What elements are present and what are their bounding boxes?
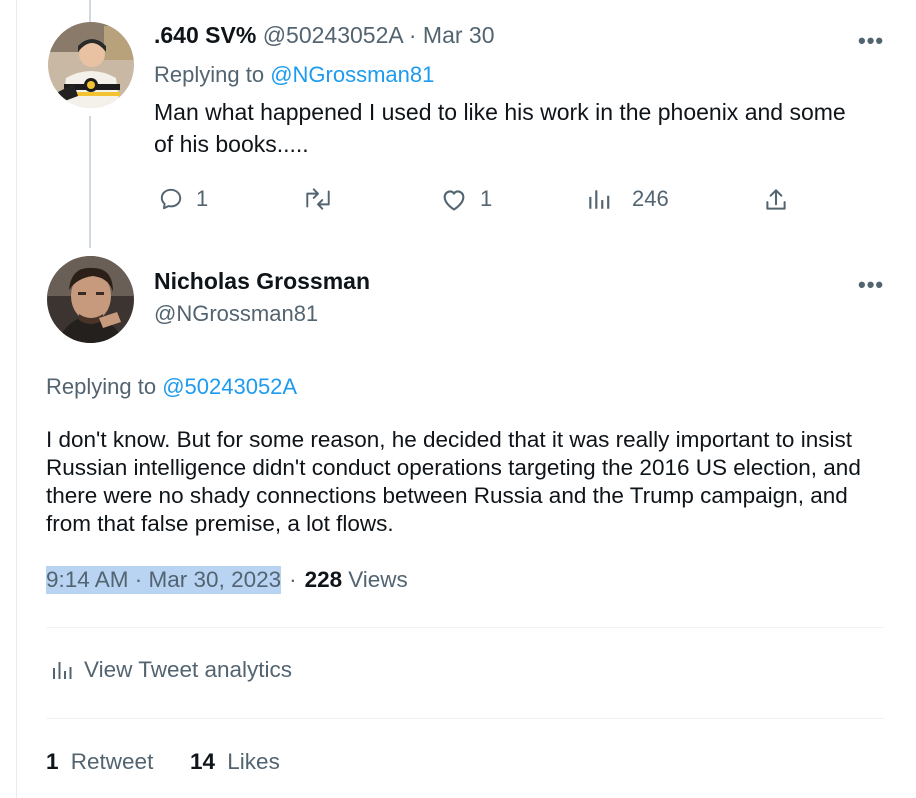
replying-to-link[interactable]: @NGrossman81 xyxy=(270,62,434,87)
reply-handle[interactable]: @50243052A xyxy=(263,22,403,48)
likes-count: 14 xyxy=(190,749,216,774)
analytics-label: View Tweet analytics xyxy=(84,657,293,682)
likes-label: Likes xyxy=(227,749,280,774)
hockey-player-avatar xyxy=(48,22,134,108)
reply-avatar[interactable] xyxy=(48,22,134,108)
reply-header: .640 SV% @50243052A · Mar 30 xyxy=(154,22,495,49)
likes-stat[interactable]: 14 Likes xyxy=(190,749,280,775)
header-separator: · xyxy=(408,22,417,48)
reply-text: Man what happened I used to like his wor… xyxy=(154,99,846,157)
man-portrait-avatar xyxy=(47,256,134,343)
meta-separator: · xyxy=(289,567,297,592)
heart-icon xyxy=(443,190,465,211)
retweets-stat[interactable]: 1 Retweet xyxy=(46,749,153,775)
tweet-text: I don't know. But for some reason, he de… xyxy=(46,427,861,536)
tweet-meta: 9:14 AM · Mar 30, 2023 · 228 Views xyxy=(46,566,408,594)
views-button[interactable]: 246 xyxy=(586,186,669,212)
tweet-author-name[interactable]: Nicholas Grossman xyxy=(154,268,370,295)
tweet-replying-to: Replying to @50243052A xyxy=(46,374,297,400)
tweet-handle[interactable]: @NGrossman81 xyxy=(154,301,318,327)
thread-connector xyxy=(89,116,91,248)
divider xyxy=(46,627,884,628)
divider xyxy=(46,718,884,719)
tweet-more-button[interactable]: ••• xyxy=(858,272,884,298)
retweets-label: Retweet xyxy=(70,749,154,774)
replying-prefix: Replying to xyxy=(154,62,265,87)
tweet-timestamp[interactable]: 9:14 AM · Mar 30, 2023 xyxy=(46,566,282,594)
more-icon: ••• xyxy=(858,28,885,53)
retweet-icon xyxy=(306,188,330,210)
replying-to-link[interactable]: @50243052A xyxy=(162,374,297,399)
reply-date[interactable]: Mar 30 xyxy=(423,22,495,48)
reply-count: 1 xyxy=(196,186,209,211)
reply-button[interactable]: 1 xyxy=(158,186,208,212)
replying-prefix: Replying to xyxy=(46,374,157,399)
tweet-avatar[interactable] xyxy=(47,256,134,343)
reply-replying-to: Replying to @NGrossman81 xyxy=(154,62,434,88)
share-button[interactable] xyxy=(763,186,801,214)
timeline-border xyxy=(16,0,17,798)
more-icon: ••• xyxy=(858,272,885,297)
view-analytics-link[interactable]: View Tweet analytics xyxy=(50,657,292,683)
comment-icon xyxy=(160,188,182,210)
reply-author-name[interactable]: .640 SV% xyxy=(154,22,256,48)
views-count: 246 xyxy=(632,186,669,211)
thread-connector-top xyxy=(89,0,91,22)
retweets-count: 1 xyxy=(46,749,59,774)
tweet-views-label: Views xyxy=(348,567,408,592)
share-icon xyxy=(766,189,786,210)
retweet-button[interactable] xyxy=(303,186,345,212)
tweet-views-count: 228 xyxy=(304,567,343,592)
bar-chart-icon xyxy=(589,190,610,209)
reply-more-button[interactable]: ••• xyxy=(858,28,884,54)
like-button[interactable]: 1 xyxy=(440,186,492,212)
bar-chart-icon xyxy=(53,662,72,679)
like-count: 1 xyxy=(480,186,493,211)
